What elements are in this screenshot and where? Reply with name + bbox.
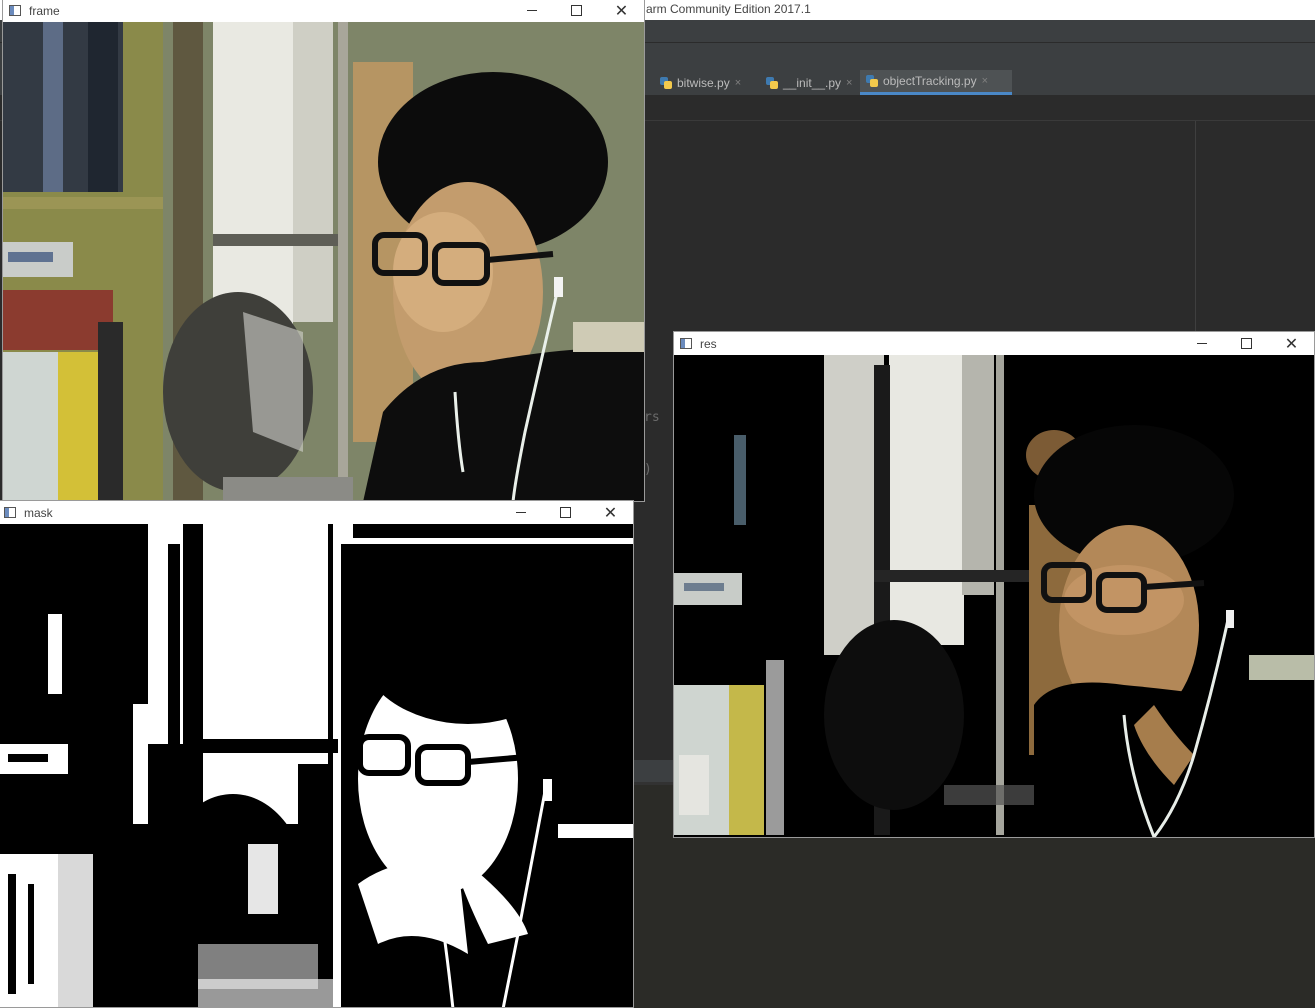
close-icon: ✕ (603, 502, 618, 522)
close-button[interactable]: ✕ (599, 0, 644, 22)
python-file-icon (766, 76, 778, 89)
python-file-icon (660, 76, 672, 89)
minimize-icon (526, 10, 537, 11)
window-title: res (700, 336, 717, 351)
res-window[interactable]: res ✕ (673, 331, 1315, 838)
maximize-button[interactable] (554, 0, 599, 22)
python-file-icon (866, 75, 878, 87)
maximize-icon (1241, 338, 1252, 349)
close-button[interactable]: ✕ (588, 501, 633, 524)
minimize-button[interactable] (509, 0, 554, 22)
tab-init[interactable]: __init__.py × (760, 70, 858, 95)
right-margin-guide (1195, 121, 1196, 331)
tab-label: __init__.py (783, 75, 842, 90)
frame-titlebar[interactable]: frame ✕ (3, 0, 644, 22)
tab-close-icon[interactable]: × (846, 77, 852, 89)
minimize-button[interactable] (498, 501, 543, 524)
window-title: frame (29, 3, 60, 18)
maximize-icon (571, 5, 582, 16)
res-image (674, 355, 1314, 837)
tab-close-icon[interactable]: × (735, 77, 741, 89)
maximize-button[interactable] (1224, 332, 1269, 355)
close-icon: ✕ (1284, 333, 1299, 353)
minimize-button[interactable] (1179, 332, 1224, 355)
tab-label: bitwise.py (677, 75, 730, 90)
close-icon: ✕ (614, 0, 629, 20)
code-fragment: ) (644, 462, 652, 477)
minimize-icon (515, 512, 526, 513)
code-fragment: rs (644, 410, 660, 425)
maximize-icon (560, 507, 571, 518)
tab-label: objectTracking.py (883, 74, 977, 88)
minimize-icon (1196, 343, 1207, 344)
maximize-button[interactable] (543, 501, 588, 524)
mask-window[interactable]: mask ✕ (0, 500, 634, 1008)
frame-window[interactable]: frame ✕ (2, 0, 645, 502)
res-titlebar[interactable]: res ✕ (674, 332, 1314, 355)
tab-objecttracking[interactable]: objectTracking.py × (860, 70, 1012, 95)
window-icon (680, 338, 692, 349)
close-button[interactable]: ✕ (1269, 332, 1314, 355)
ide-window-title: arm Community Edition 2017.1 (646, 2, 811, 16)
frame-image (3, 22, 644, 501)
window-icon (9, 5, 21, 16)
tab-close-icon[interactable]: × (982, 75, 988, 87)
mask-image (0, 524, 633, 1007)
window-icon (4, 507, 16, 518)
window-title: mask (24, 505, 53, 520)
tab-bitwise[interactable]: bitwise.py × (654, 70, 747, 95)
mask-titlebar[interactable]: mask ✕ (0, 501, 633, 524)
